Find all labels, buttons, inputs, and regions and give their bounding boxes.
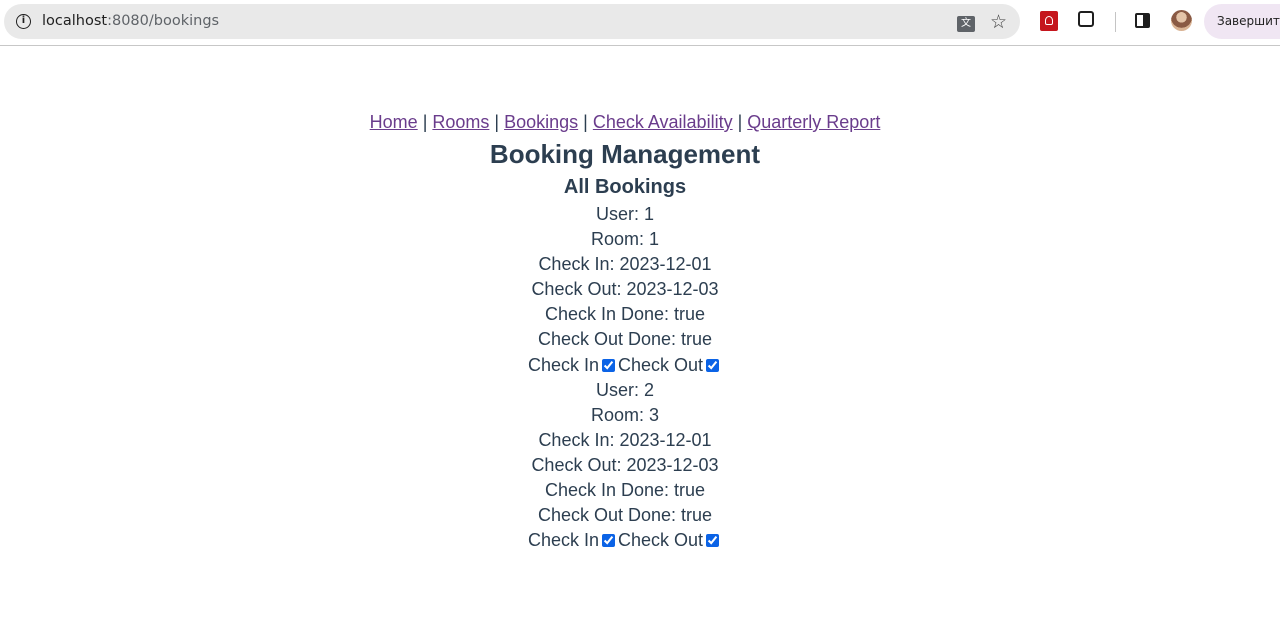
booking-check-in-done: Check In Done: true [544,304,706,325]
finish-update-button[interactable]: Завершить [1204,4,1280,39]
booking-check-out-done: Check Out Done: true [537,329,713,350]
booking-user: User: 2 [595,379,655,400]
booking-check-out-done: Check Out Done: true [537,505,713,526]
translate-icon[interactable]: 文 [957,16,975,32]
check-in-checkbox[interactable] [602,534,615,548]
main-nav: Home | Rooms | Bookings | Check Availabi… [0,108,1250,136]
booking-user: User: 1 [595,204,655,224]
booking-check-in-done: Check In Done: true [544,480,706,501]
site-info-icon[interactable]: i [16,14,31,29]
nav-separator: | [417,112,433,132]
booking-item: User: 1 Room: 1 Check In: 2023-12-01 Check … [0,202,1250,378]
url-path: :8080/bookings [107,13,220,29]
booking-check-out: Check Out: 2023-12-03 [531,454,719,475]
booking-check-in: Check In: 2023-12-01 [538,429,712,450]
bookings-list: User: 1 Room: 1 Check In: 2023-12-01 Check … [0,202,1250,553]
nav-separator: | [732,112,748,132]
toolbar-divider [1115,12,1116,32]
booking-checkbox-row: Check In Check Out [0,353,1250,378]
nav-separator: | [578,112,593,132]
booking-room: Room: 3 [590,404,660,425]
nav-link-bookings[interactable]: Bookings [504,112,578,132]
nav-link-quarterly-report[interactable]: Quarterly Report [747,112,880,132]
page-content: Home | Rooms | Bookings | Check Availabi… [0,108,1250,553]
booking-room: Room: 1 [590,229,660,250]
nav-separator: | [489,112,505,132]
check-in-checkbox[interactable] [602,358,615,372]
check-in-label: Check In [527,530,599,551]
side-panel-icon[interactable] [1135,13,1150,28]
booking-check-in: Check In: 2023-12-01 [538,254,712,275]
url-host: localhost [42,13,108,29]
booking-checkbox-row: Check In Check Out [0,528,1250,553]
nav-link-check-availability[interactable]: Check Availability [593,112,733,132]
check-in-label: Check In [527,354,599,375]
profile-avatar[interactable] [1171,10,1192,31]
extensions-puzzle-icon[interactable] [1078,11,1094,27]
url-text[interactable]: localhost:8080/bookings [42,13,219,30]
check-out-label: Check Out [618,354,704,375]
pdf-extension-icon[interactable] [1040,11,1058,31]
nav-link-rooms[interactable]: Rooms [432,112,489,132]
browser-toolbar: i localhost:8080/bookings 文 ☆ Завершить [0,0,1280,46]
check-out-label: Check Out [618,530,704,551]
check-out-checkbox[interactable] [706,534,720,548]
booking-item: User: 2 Room: 3 Check In: 2023-12-01 Check … [0,378,1250,554]
check-out-checkbox[interactable] [706,358,720,372]
bookmark-star-icon[interactable]: ☆ [990,12,1007,32]
booking-check-out: Check Out: 2023-12-03 [531,279,719,300]
section-title: All Bookings [563,176,687,198]
page-title: Booking Management [489,139,761,169]
address-bar[interactable]: i localhost:8080/bookings 文 ☆ [4,4,1020,39]
nav-link-home[interactable]: Home [370,112,418,132]
